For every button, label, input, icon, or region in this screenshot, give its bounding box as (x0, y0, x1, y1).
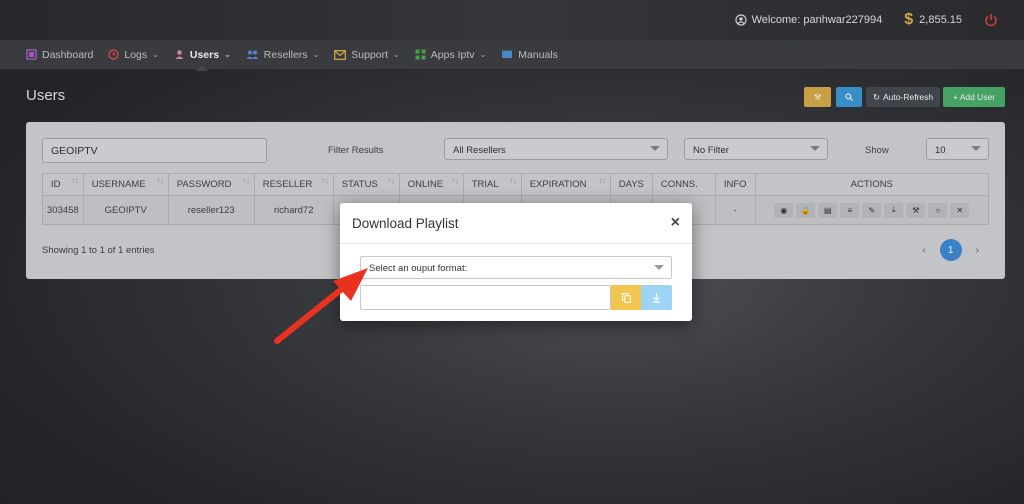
annotation-arrow-icon (274, 268, 368, 344)
